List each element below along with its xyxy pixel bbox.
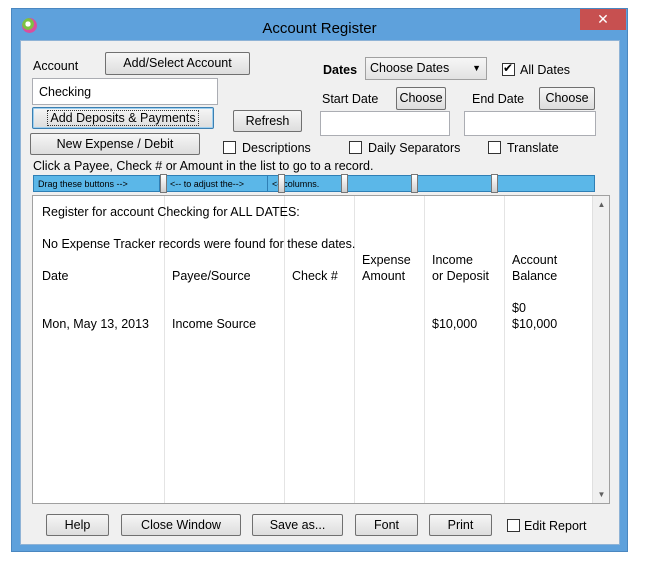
close-window-label: Close Window	[141, 518, 221, 532]
header-balance-line2: Balance	[512, 269, 558, 283]
row-payee[interactable]: Income Source	[172, 317, 256, 331]
start-date-label: Start Date	[322, 92, 379, 106]
register-heading: Register for account Checking for ALL DA…	[42, 205, 300, 219]
end-date-field[interactable]	[464, 111, 596, 136]
choose-label: Choose	[399, 91, 443, 105]
descriptions-label: Descriptions	[242, 141, 311, 155]
header-expense-line1: Expense	[362, 253, 411, 267]
all-dates-checkbox[interactable]	[502, 61, 515, 76]
close-window-icon[interactable]: ✕	[580, 9, 626, 30]
header-payee: Payee/Source	[172, 269, 251, 283]
descriptions-checkbox[interactable]	[223, 141, 236, 154]
add-select-account-label: Add/Select Account	[123, 56, 232, 70]
column-divider	[504, 196, 505, 503]
header-income-line1: Income	[432, 253, 473, 267]
scroll-up-icon[interactable]: ▲	[593, 196, 609, 213]
header-date: Date	[42, 269, 69, 283]
translate-checkbox[interactable]	[488, 141, 501, 154]
app-window: Account Register ✕ Account Add/Select Ac…	[11, 8, 628, 552]
column-divider	[424, 196, 425, 503]
account-label: Account	[33, 59, 79, 73]
row-balance: $10,000	[512, 317, 558, 331]
add-deposits-button[interactable]: Add Deposits & Payments	[32, 107, 214, 129]
dates-dropdown-value: Choose Dates	[370, 61, 450, 75]
chevron-down-icon: ▼	[472, 63, 481, 73]
new-expense-button[interactable]: New Expense / Debit	[30, 133, 200, 155]
font-label: Font	[373, 518, 399, 532]
row-date: Mon, May 13, 2013	[42, 317, 150, 331]
column-resize-handle[interactable]	[341, 174, 348, 193]
start-date-field[interactable]	[320, 111, 450, 136]
edit-report-label: Edit Report	[524, 519, 587, 533]
dates-dropdown[interactable]: Choose Dates ▼	[365, 57, 487, 80]
print-label: Print	[447, 518, 474, 532]
translate-label: Translate	[507, 141, 559, 155]
column-resize-handle[interactable]	[411, 174, 418, 193]
window-title: Account Register	[262, 20, 377, 37]
header-check: Check #	[292, 269, 338, 283]
edit-report-checkbox[interactable]	[507, 519, 520, 532]
add-deposits-label: Add Deposits & Payments	[47, 110, 199, 126]
header-expense-line2: Amount	[362, 269, 406, 283]
client-area: Account Add/Select Account Checking Date…	[20, 40, 620, 545]
column-segment-income[interactable]	[417, 175, 493, 192]
close-window-button[interactable]: Close Window	[121, 514, 241, 536]
hint-text: Click a Payee, Check # or Amount in the …	[33, 159, 374, 173]
help-label: Help	[64, 518, 91, 532]
account-field[interactable]: Checking	[32, 78, 218, 105]
register-notice: No Expense Tracker records were found fo…	[42, 237, 356, 251]
print-button[interactable]: Print	[429, 514, 492, 536]
save-as-label: Save as...	[269, 518, 326, 532]
opening-balance: $0	[512, 301, 526, 315]
column-resize-handle[interactable]	[278, 174, 285, 193]
vertical-scrollbar[interactable]: ▲ ▼	[592, 196, 609, 503]
all-dates-label: All Dates	[520, 63, 571, 77]
row-income[interactable]: $10,000	[432, 317, 477, 331]
new-expense-label: New Expense / Debit	[56, 137, 174, 151]
refresh-button[interactable]: Refresh	[233, 110, 302, 132]
header-income-line2: or Deposit	[432, 269, 489, 283]
choose-label: Choose	[545, 91, 589, 105]
scroll-down-icon[interactable]: ▼	[593, 486, 609, 503]
dates-label: Dates	[323, 63, 358, 77]
title-bar[interactable]: Account Register ✕	[12, 9, 627, 40]
refresh-label: Refresh	[245, 114, 290, 128]
register-list[interactable]: Register for account Checking for ALL DA…	[32, 195, 610, 504]
end-date-label: End Date	[472, 92, 525, 106]
daily-separators-checkbox[interactable]	[349, 141, 362, 154]
column-adjust-bar: Drag these buttons --> <-- to adjust the…	[33, 174, 595, 193]
font-button[interactable]: Font	[355, 514, 418, 536]
column-resize-handle[interactable]	[491, 174, 498, 193]
column-segment-balance[interactable]	[497, 175, 595, 192]
header-balance-line1: Account	[512, 253, 558, 267]
end-date-choose-button[interactable]: Choose	[539, 87, 595, 110]
add-select-account-button[interactable]: Add/Select Account	[105, 52, 250, 75]
start-date-choose-button[interactable]: Choose	[396, 87, 446, 110]
column-segment-date[interactable]: Drag these buttons -->	[33, 175, 160, 192]
help-button[interactable]: Help	[46, 514, 109, 536]
column-segment-expense[interactable]	[347, 175, 414, 192]
column-resize-handle[interactable]	[160, 174, 167, 193]
daily-separators-label: Daily Separators	[368, 141, 461, 155]
save-as-button[interactable]: Save as...	[252, 514, 343, 536]
